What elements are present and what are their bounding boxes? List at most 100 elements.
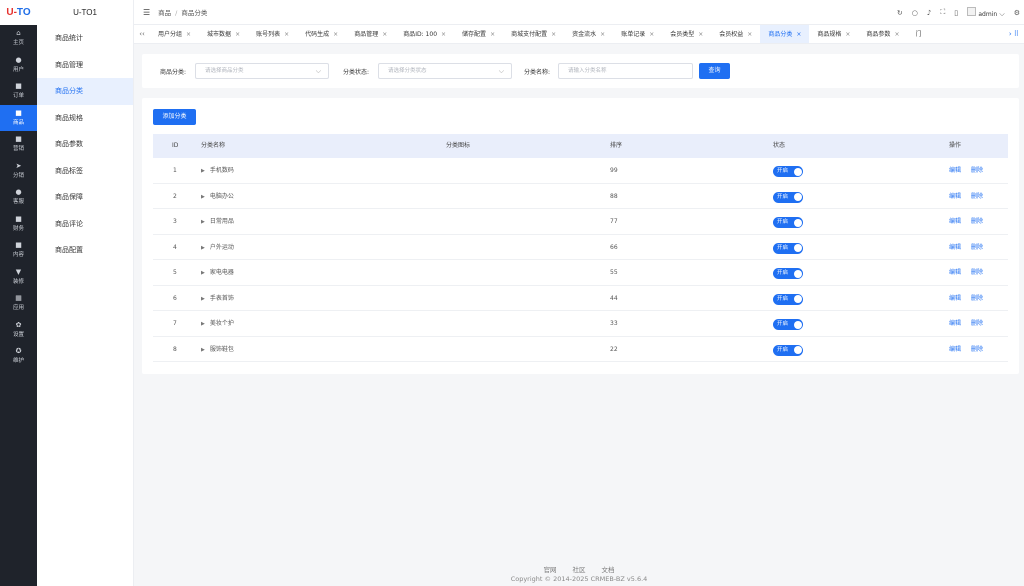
query-button[interactable]: 查询 — [699, 63, 730, 79]
gear-icon[interactable]: ⚙ — [1014, 9, 1020, 17]
footer-link[interactable]: 官网 — [544, 566, 557, 574]
tab-item[interactable]: 商品规格 × — [809, 25, 858, 43]
status-toggle[interactable]: 开启 — [773, 191, 803, 203]
sidebar-item[interactable]: 商品评论 — [37, 211, 133, 238]
delete-link[interactable]: 删除 — [971, 311, 983, 337]
delete-link[interactable]: 删除 — [971, 286, 983, 312]
rail-item[interactable]: ● 用户 — [0, 52, 37, 79]
add-category-button[interactable]: 添加分类 — [153, 109, 196, 125]
sidebar-item[interactable]: 商品参数 — [37, 131, 133, 158]
expand-arrow-icon[interactable]: ▶ — [201, 321, 205, 327]
status-toggle[interactable]: 开启 — [773, 166, 803, 177]
tab-item[interactable]: 会员权益 × — [711, 25, 760, 43]
expand-arrow-icon[interactable]: ▶ — [201, 194, 205, 200]
refresh-icon[interactable]: ↻ — [897, 9, 903, 17]
close-icon[interactable]: × — [235, 31, 240, 38]
close-icon[interactable]: × — [698, 31, 703, 38]
rail-item[interactable]: ● 客服 — [0, 184, 37, 211]
tab-item[interactable]: 商品参数 × — [858, 25, 907, 43]
tab-item[interactable]: 资金流水 × — [564, 25, 613, 43]
lock-icon[interactable]: ▯ — [954, 9, 958, 17]
close-icon[interactable]: × — [441, 31, 446, 38]
close-icon[interactable]: × — [551, 31, 556, 38]
delete-link[interactable]: 删除 — [971, 337, 983, 363]
tab-item[interactable]: 门 — [907, 25, 929, 43]
rail-item[interactable]: ✿ 设置 — [0, 317, 37, 344]
status-select[interactable]: 请选择分类状态 ⌵ — [378, 63, 512, 79]
tab-item[interactable]: 储存配置 × — [454, 25, 503, 43]
rail-item[interactable]: ✪ 维护 — [0, 343, 37, 370]
tab-item[interactable]: 用户分组 × — [150, 25, 199, 43]
status-toggle[interactable]: 开启 — [773, 242, 803, 254]
sidebar-item[interactable]: 商品标签 — [37, 158, 133, 185]
footer-link[interactable]: 社区 — [573, 566, 586, 574]
name-input[interactable]: 请输入分类名称 — [558, 63, 693, 79]
close-icon[interactable]: × — [894, 31, 899, 38]
edit-link[interactable]: 编辑 — [949, 184, 961, 210]
expand-arrow-icon[interactable]: ▶ — [201, 270, 205, 276]
delete-link[interactable]: 删除 — [971, 260, 983, 286]
delete-link[interactable]: 删除 — [971, 158, 983, 184]
sidebar-item[interactable]: 商品管理 — [37, 52, 133, 79]
tab-item[interactable]: 商品ID: 100 × — [395, 25, 454, 43]
rail-item[interactable]: ■ 财务 — [0, 211, 37, 238]
close-icon[interactable]: × — [186, 31, 191, 38]
sidebar-item[interactable]: 商品分类 — [37, 78, 133, 105]
tabs-scroll-right-icon[interactable]: › ⠿ — [1005, 25, 1022, 43]
status-toggle[interactable]: 开启 — [773, 319, 803, 330]
edit-link[interactable]: 编辑 — [949, 337, 961, 363]
close-icon[interactable]: × — [333, 31, 338, 38]
status-toggle[interactable]: 开启 — [773, 293, 803, 305]
status-toggle[interactable]: 开启 — [773, 268, 803, 279]
close-icon[interactable]: × — [284, 31, 289, 38]
delete-link[interactable]: 删除 — [971, 209, 983, 235]
rail-item[interactable]: ■ 订单 — [0, 78, 37, 105]
status-toggle[interactable]: 开启 — [773, 217, 803, 228]
tab-item[interactable]: 城市数据 × — [199, 25, 248, 43]
close-icon[interactable]: × — [490, 31, 495, 38]
status-toggle[interactable]: 开启 — [773, 344, 803, 356]
edit-link[interactable]: 编辑 — [949, 286, 961, 312]
edit-link[interactable]: 编辑 — [949, 158, 961, 184]
tabs-scroll-left-icon[interactable]: ‹‹ — [134, 30, 150, 38]
tab-item[interactable]: 商城支付配置 × — [503, 25, 564, 43]
tab-item[interactable]: 商品管理 × — [346, 25, 395, 43]
rail-item[interactable]: ■ 商品 — [0, 104, 37, 131]
user-menu[interactable]: admin ⌵ — [967, 6, 1005, 19]
sidebar-item[interactable]: 商品规格 — [37, 105, 133, 132]
delete-link[interactable]: 删除 — [971, 184, 983, 210]
rail-item[interactable]: ■ 内容 — [0, 237, 37, 264]
expand-arrow-icon[interactable]: ▶ — [201, 168, 205, 174]
close-icon[interactable]: × — [747, 31, 752, 38]
sidebar-item[interactable]: 商品统计 — [37, 25, 133, 52]
category-select[interactable]: 请选择商品分类 ⌵ — [195, 63, 329, 79]
edit-link[interactable]: 编辑 — [949, 235, 961, 261]
rail-item[interactable]: ■ 营销 — [0, 131, 37, 158]
sidebar-item[interactable]: 商品配置 — [37, 237, 133, 264]
breadcrumb-root[interactable]: 商品 — [158, 9, 171, 17]
expand-arrow-icon[interactable]: ▶ — [201, 347, 205, 353]
footer-link[interactable]: 文档 — [602, 566, 615, 574]
tab-item[interactable]: 账单记录 × — [613, 25, 662, 43]
rail-item[interactable]: ▦ 应用 — [0, 290, 37, 317]
close-icon[interactable]: × — [600, 31, 605, 38]
close-icon[interactable]: × — [845, 31, 850, 38]
close-icon[interactable]: × — [796, 31, 801, 38]
tab-item[interactable]: 账号列表 × — [248, 25, 297, 43]
rail-item[interactable]: ▼ 装修 — [0, 264, 37, 291]
edit-link[interactable]: 编辑 — [949, 260, 961, 286]
delete-link[interactable]: 删除 — [971, 235, 983, 261]
expand-arrow-icon[interactable]: ▶ — [201, 245, 205, 251]
notification-icon[interactable]: ♪ — [927, 9, 931, 17]
edit-link[interactable]: 编辑 — [949, 209, 961, 235]
close-icon[interactable]: × — [649, 31, 654, 38]
tab-item[interactable]: 代码生成 × — [297, 25, 346, 43]
rail-item[interactable]: ⌂ 主页 — [0, 25, 37, 52]
rail-item[interactable]: ➤ 分销 — [0, 158, 37, 185]
tab-item[interactable]: 商品分类 × — [760, 25, 810, 43]
brand-logo[interactable]: U- TO — [0, 0, 37, 25]
sidebar-item[interactable]: 商品保障 — [37, 184, 133, 211]
close-icon[interactable]: × — [382, 31, 387, 38]
tab-item[interactable]: 会员类型 × — [662, 25, 711, 43]
menu-toggle-icon[interactable]: ☰ — [143, 8, 150, 17]
